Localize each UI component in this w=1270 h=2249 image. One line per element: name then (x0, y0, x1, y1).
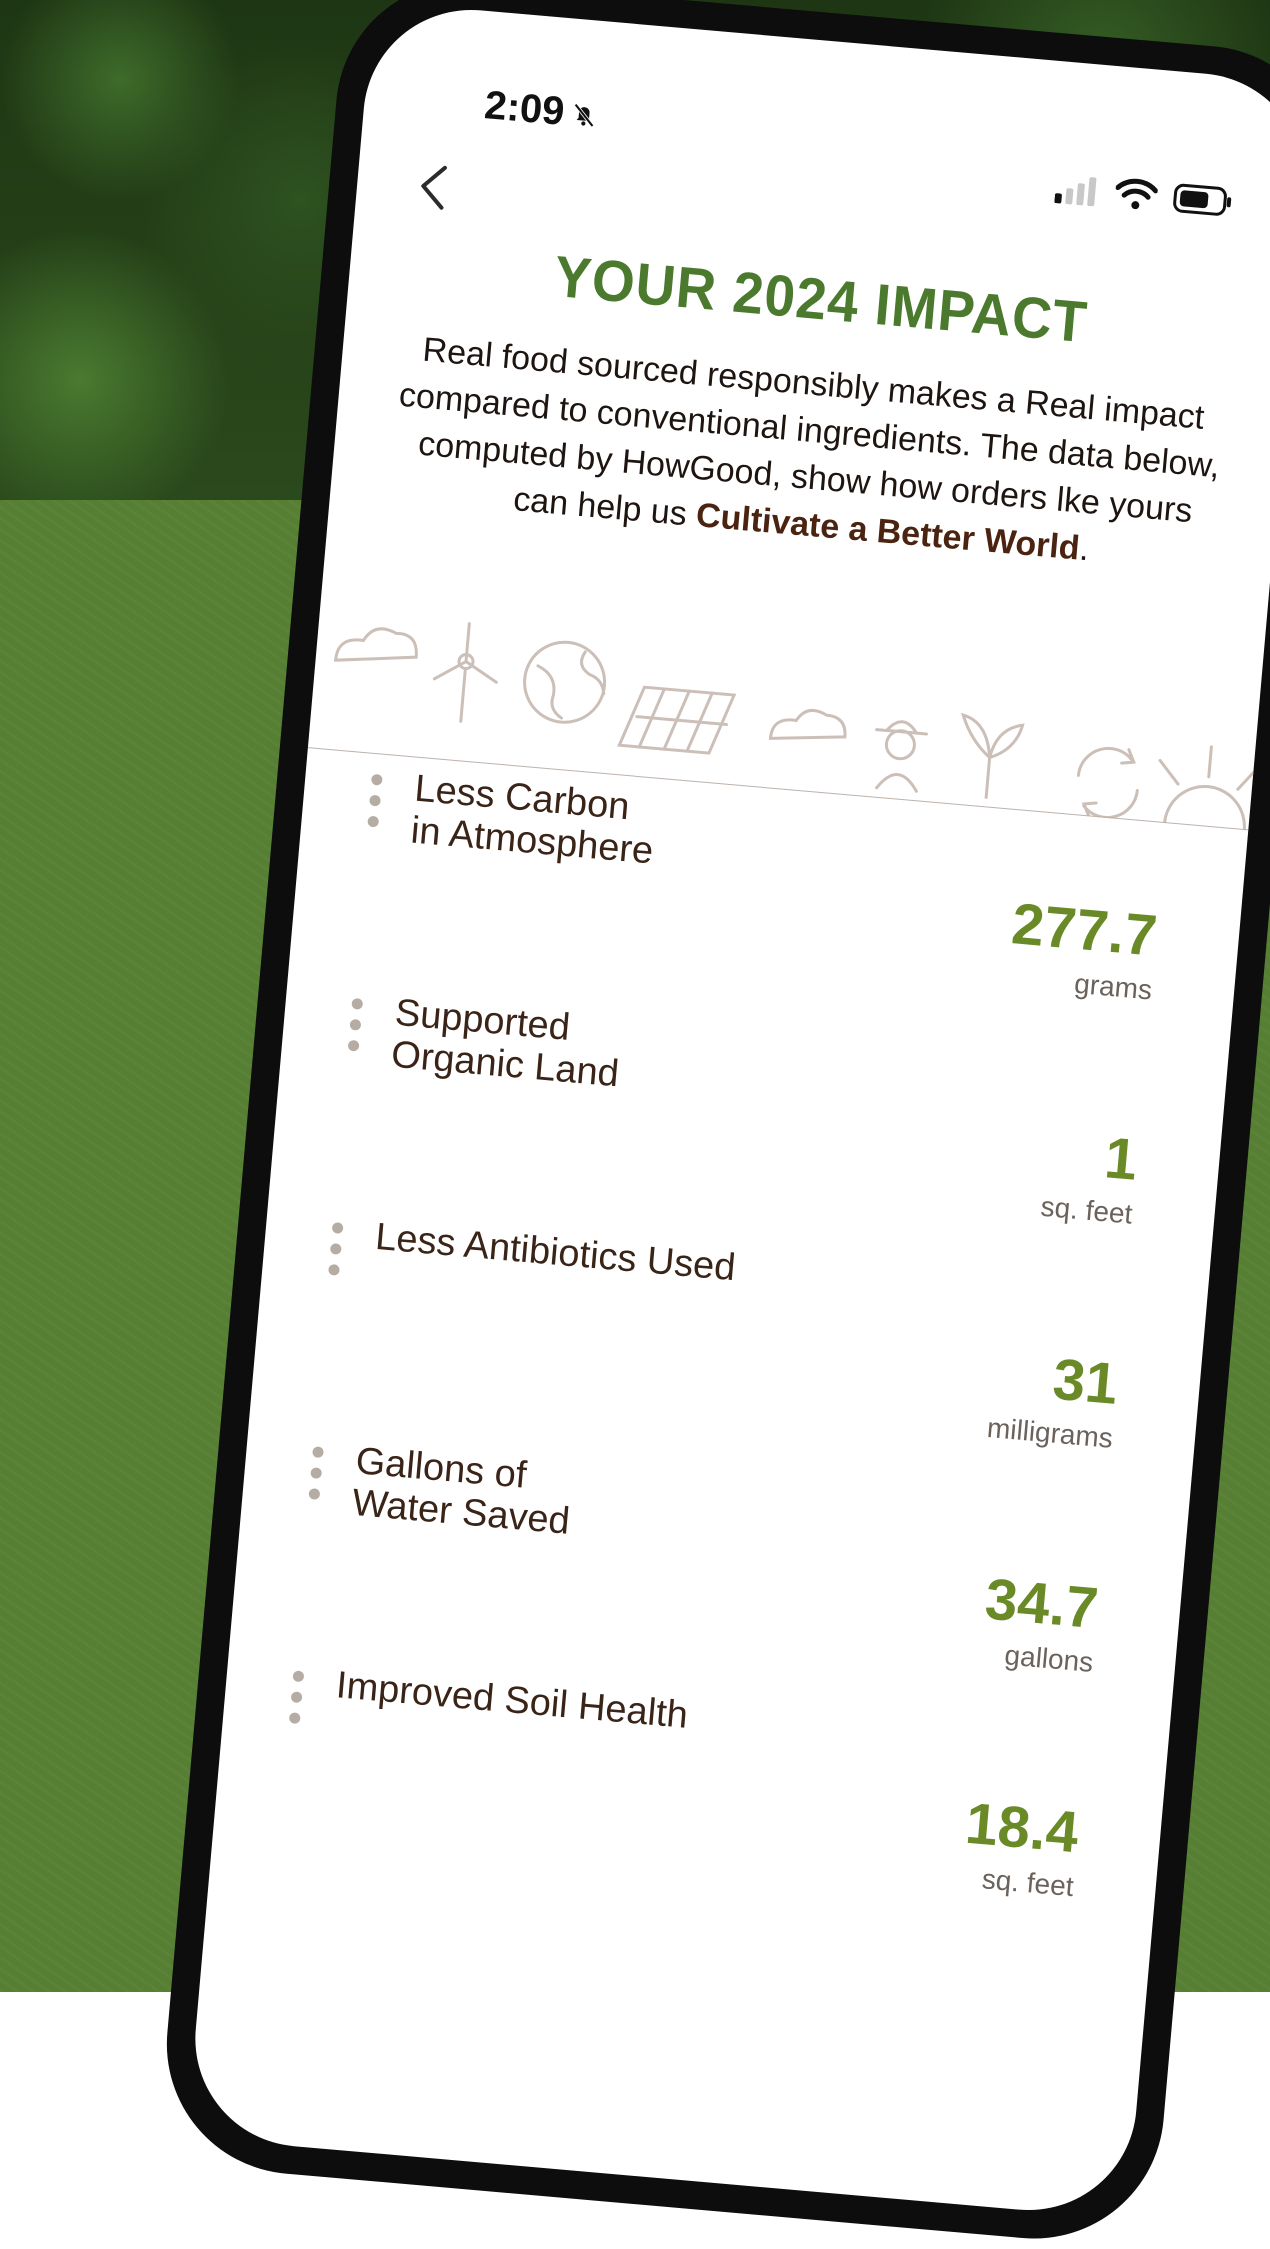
intro-end: . (1077, 529, 1091, 569)
impact-value: 18.4 (962, 1790, 1082, 1866)
drag-handle-icon (367, 773, 386, 835)
phone-screen: 2:09 YOUR 2024 IMPACT Real food sourced … (186, 0, 1270, 2220)
impact-label: Less Carbon in Atmosphere (409, 767, 655, 873)
drag-handle-icon (308, 1446, 327, 1507)
phone-mockup: 2:09 YOUR 2024 IMPACT Real food sourced … (0, 0, 1270, 2249)
recycle-icon (1076, 746, 1139, 820)
signal-icon (1054, 177, 1097, 207)
impact-value: 277.7 (1009, 891, 1160, 969)
drag-handle-icon (288, 1670, 307, 1731)
status-icons (1054, 171, 1234, 218)
cloud-icon (333, 627, 418, 662)
impact-unit: grams (1073, 967, 1154, 1006)
intro-paragraph: Real food sourced responsibly makes a Re… (389, 325, 1226, 584)
status-time: 2:09 (483, 83, 601, 138)
intro-text: Real food sourced responsibly makes a Re… (397, 330, 1222, 534)
impact-unit: sq. feet (1039, 1190, 1134, 1230)
cloud-icon (768, 708, 847, 740)
bell-slash-icon (574, 103, 595, 128)
wifi-icon (1115, 178, 1159, 210)
back-chevron-icon[interactable] (403, 155, 468, 220)
battery-icon (1173, 183, 1232, 216)
impact-list: Less Carbon in Atmosphere 277.7 grams Su… (209, 758, 1247, 1961)
impact-label: Gallons of Water Saved (350, 1440, 572, 1543)
windmill-icon (432, 622, 498, 723)
solar-panel-icon (617, 685, 737, 755)
impact-value: 31 (1050, 1346, 1121, 1417)
sun-icon (1158, 745, 1255, 831)
globe-icon (523, 640, 607, 724)
impact-value: 1 (1102, 1125, 1140, 1193)
drag-handle-icon (327, 1222, 346, 1283)
impact-value: 34.7 (982, 1566, 1101, 1642)
impact-unit: milligrams (985, 1411, 1115, 1454)
drag-handle-icon (347, 997, 366, 1059)
farmer-icon (875, 720, 928, 793)
phone-frame: 2:09 YOUR 2024 IMPACT Real food sourced … (156, 0, 1270, 2249)
impact-unit: gallons (1003, 1639, 1095, 1678)
impact-unit: sq. feet (980, 1863, 1075, 1903)
sprout-icon (960, 712, 1025, 799)
status-time-text: 2:09 (482, 83, 567, 134)
